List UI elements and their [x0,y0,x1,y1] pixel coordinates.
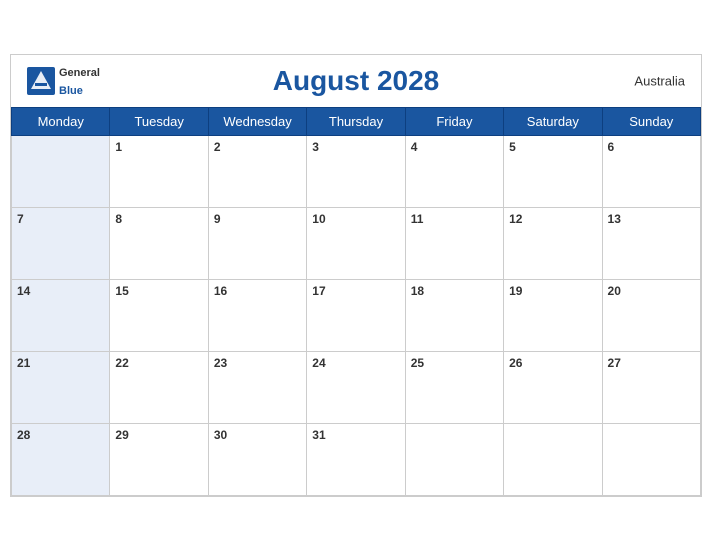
calendar-day-cell: 12 [504,207,602,279]
calendar-container: General Blue August 2028 Australia Monda… [10,54,702,497]
calendar-day-cell: 13 [602,207,700,279]
day-number: 17 [312,284,325,298]
calendar-body: 1234567891011121314151617181920212223242… [12,135,701,495]
day-number: 2 [214,140,221,154]
calendar-week-row: 14 15 16 17 18 19 20 [12,279,701,351]
calendar-day-cell: 29 [110,423,208,495]
calendar-grid: Monday Tuesday Wednesday Thursday Friday… [11,107,701,496]
calendar-header: General Blue August 2028 Australia [11,55,701,107]
header-sunday: Sunday [602,107,700,135]
day-number: 3 [312,140,319,154]
day-number: 22 [115,356,128,370]
calendar-day-cell: 3 [307,135,405,207]
day-number: 28 [17,428,30,442]
day-number: 27 [608,356,621,370]
calendar-day-cell: 2 [208,135,306,207]
day-number: 25 [411,356,424,370]
calendar-day-cell: 7 [12,207,110,279]
day-number: 1 [115,140,122,154]
calendar-title: August 2028 [273,65,440,97]
header-monday: Monday [12,107,110,135]
calendar-day-cell: 20 [602,279,700,351]
calendar-day-cell [405,423,503,495]
calendar-day-cell: 6 [602,135,700,207]
day-number: 6 [608,140,615,154]
generalblue-logo-icon [27,67,55,95]
calendar-day-cell [12,135,110,207]
calendar-day-cell: 30 [208,423,306,495]
logo-blue: Blue [59,85,83,97]
day-number: 9 [214,212,221,226]
calendar-week-row: 7 8 9 10 11 12 13 [12,207,701,279]
day-number: 13 [608,212,621,226]
calendar-day-cell: 8 [110,207,208,279]
calendar-day-cell: 11 [405,207,503,279]
day-number: 20 [608,284,621,298]
day-number: 30 [214,428,227,442]
day-number: 26 [509,356,522,370]
calendar-day-cell [602,423,700,495]
calendar-day-cell: 21 [12,351,110,423]
calendar-week-row: 1 2 3 4 5 6 [12,135,701,207]
header-saturday: Saturday [504,107,602,135]
day-number: 5 [509,140,516,154]
calendar-day-cell: 27 [602,351,700,423]
logo-text: General Blue [59,63,100,99]
header-friday: Friday [405,107,503,135]
calendar-day-cell: 19 [504,279,602,351]
day-number: 24 [312,356,325,370]
calendar-day-cell: 16 [208,279,306,351]
day-number: 10 [312,212,325,226]
calendar-day-cell: 14 [12,279,110,351]
logo-area: General Blue [27,63,100,99]
calendar-day-cell: 25 [405,351,503,423]
calendar-day-cell: 1 [110,135,208,207]
day-number: 16 [214,284,227,298]
day-number: 19 [509,284,522,298]
day-number: 21 [17,356,30,370]
calendar-day-cell: 5 [504,135,602,207]
calendar-day-cell: 4 [405,135,503,207]
header-wednesday: Wednesday [208,107,306,135]
calendar-day-cell: 17 [307,279,405,351]
day-number: 29 [115,428,128,442]
day-number: 14 [17,284,30,298]
logo-general: General [59,67,100,79]
day-number: 23 [214,356,227,370]
calendar-day-cell: 18 [405,279,503,351]
day-number: 4 [411,140,418,154]
day-number: 18 [411,284,424,298]
calendar-day-cell: 26 [504,351,602,423]
calendar-day-cell: 10 [307,207,405,279]
calendar-day-cell: 28 [12,423,110,495]
calendar-week-row: 21 22 23 24 25 26 27 [12,351,701,423]
day-number: 7 [17,212,24,226]
calendar-day-cell: 9 [208,207,306,279]
weekday-header-row: Monday Tuesday Wednesday Thursday Friday… [12,107,701,135]
calendar-day-cell [504,423,602,495]
header-tuesday: Tuesday [110,107,208,135]
calendar-week-row: 28 29 30 31 [12,423,701,495]
day-number: 31 [312,428,325,442]
country-label: Australia [634,73,685,88]
day-number: 11 [411,212,424,226]
calendar-day-cell: 15 [110,279,208,351]
day-number: 15 [115,284,128,298]
calendar-day-cell: 23 [208,351,306,423]
calendar-day-cell: 31 [307,423,405,495]
calendar-day-cell: 24 [307,351,405,423]
header-thursday: Thursday [307,107,405,135]
day-number: 12 [509,212,522,226]
day-number: 8 [115,212,122,226]
calendar-day-cell: 22 [110,351,208,423]
